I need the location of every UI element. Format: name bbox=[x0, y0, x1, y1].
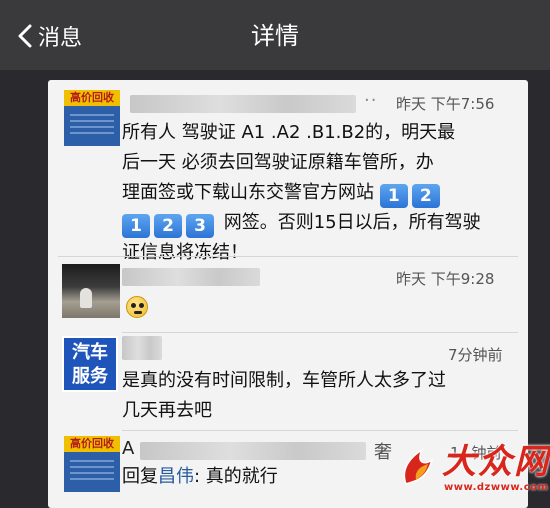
divider bbox=[122, 332, 518, 333]
post-text-fragment: 理面签或下载山东交警官方网站 bbox=[122, 182, 380, 203]
post-author-avatar[interactable]: 高价回收 bbox=[64, 90, 120, 146]
comment-avatar[interactable]: 高价回收 bbox=[64, 436, 120, 492]
nav-bar: 消息 详情 bbox=[0, 0, 550, 70]
post-text-fragment: 网签。否则15日以后，所有驾驶 bbox=[218, 212, 481, 233]
keycap-3-icon: 3 bbox=[186, 214, 214, 238]
emoji-icon bbox=[126, 296, 148, 318]
comment-author-name-tail: 奢 bbox=[374, 442, 392, 463]
post-author-name-blurred[interactable] bbox=[130, 95, 356, 113]
avatar-graphic bbox=[70, 114, 114, 138]
divider bbox=[122, 430, 518, 431]
comment-author-name-blurred[interactable] bbox=[122, 268, 260, 286]
avatar-label-line: 汽车 bbox=[72, 342, 108, 363]
avatar-label: 高价回收 bbox=[64, 436, 120, 452]
post-text-line: 123 网签。否则15日以后，所有驾驶 bbox=[122, 208, 522, 238]
avatar-label: 汽车 服务 bbox=[64, 338, 116, 390]
avatar-label-line: 服务 bbox=[72, 366, 108, 387]
watermark-url: www.dzwww.com bbox=[444, 482, 549, 493]
post-text-line: 理面签或下载山东交警官方网站 12 bbox=[122, 178, 522, 208]
avatar-label: 高价回收 bbox=[64, 90, 120, 106]
comment-avatar[interactable]: 汽车 服务 bbox=[62, 336, 118, 392]
comment-author-name-blurred[interactable] bbox=[140, 442, 366, 460]
avatar-graphic bbox=[70, 460, 114, 484]
site-watermark: 大众网 www.dzwww.com bbox=[398, 434, 549, 506]
keycap-1-icon: 1 bbox=[379, 184, 408, 208]
comment-time: 7分钟前 bbox=[448, 346, 503, 364]
comment-reply: 回复昌伟: 真的就行 bbox=[122, 462, 278, 492]
avatar-figure bbox=[80, 288, 92, 308]
divider bbox=[58, 256, 518, 257]
post-text-line: 后一天 必须去回驾驶证原籍车管所，办 bbox=[122, 152, 434, 173]
keycap-1-icon: 1 bbox=[122, 214, 150, 238]
more-icon[interactable]: ·· bbox=[364, 90, 377, 111]
keycap-2-icon: 2 bbox=[154, 214, 182, 238]
post-time: 昨天 下午7:56 bbox=[396, 95, 495, 113]
reply-prefix: 回复 bbox=[122, 466, 158, 487]
post-text-line: 证信息将冻结！ bbox=[122, 242, 248, 263]
comment-author-name-blurred[interactable] bbox=[122, 336, 162, 360]
keycap-2-icon: 2 bbox=[411, 184, 440, 208]
post-text: 所有人 驾驶证 A1 .A2 .B1.B2的，明天最 后一天 必须去回驾驶证原籍… bbox=[122, 118, 522, 268]
reply-text: : 真的就行 bbox=[194, 466, 278, 487]
comment-text-line: 几天再去吧 bbox=[122, 400, 212, 421]
flame-logo-icon bbox=[403, 448, 434, 485]
comment-text: 是真的没有时间限制，车管所人太多了过 几天再去吧 bbox=[122, 366, 522, 426]
reply-target-link[interactable]: 昌伟 bbox=[158, 466, 194, 487]
comment-text-line: 是真的没有时间限制，车管所人太多了过 bbox=[122, 370, 446, 391]
comment-author-initial[interactable]: A bbox=[122, 438, 134, 459]
comment-avatar[interactable] bbox=[62, 264, 120, 318]
post-text-line: 所有人 驾驶证 A1 .A2 .B1.B2的，明天最 bbox=[122, 122, 456, 143]
page-title: 详情 bbox=[251, 22, 299, 50]
watermark-text: 大众网 bbox=[442, 442, 550, 482]
comment-time: 昨天 下午9:28 bbox=[396, 270, 495, 288]
